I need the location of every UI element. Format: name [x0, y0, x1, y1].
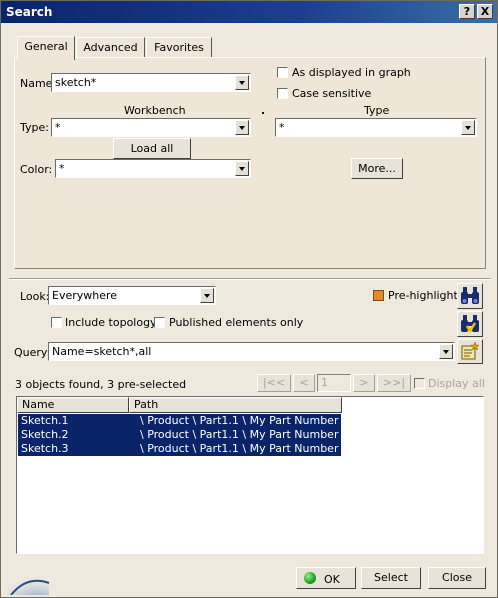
workbench-label: Workbench	[124, 104, 186, 117]
as-displayed-label: As displayed in graph	[292, 66, 411, 79]
as-displayed-checkbox[interactable]	[277, 67, 288, 78]
look-value: Everywhere	[52, 289, 118, 302]
app-logo-icon	[5, 575, 49, 595]
search-and-select-button[interactable]	[457, 311, 483, 337]
name-value: sketch*	[55, 76, 97, 89]
type-label: Type:	[20, 121, 49, 134]
tab-general[interactable]: General	[17, 36, 75, 60]
name-combo[interactable]: sketch*	[51, 73, 251, 92]
query-combo[interactable]: Name=sketch*,all	[48, 342, 455, 361]
table-row[interactable]: Sketch.1 \ Product \ Part1.1 \ My Part N…	[18, 414, 356, 428]
workbench-combo[interactable]: *	[51, 118, 251, 137]
display-all-checkbox[interactable]	[414, 378, 425, 389]
prehighlight-label: Pre-highlight	[388, 289, 458, 302]
prehighlight-checkbox[interactable]	[373, 290, 384, 301]
type-value: *	[279, 121, 285, 134]
chevron-down-icon[interactable]	[235, 75, 249, 90]
tab-advanced[interactable]: Advanced	[76, 37, 145, 58]
workbench-value: *	[55, 121, 61, 134]
color-value: *	[59, 162, 65, 175]
query-label: Query:	[14, 346, 51, 359]
row-path: \ Product \ Part1.1 \ My Part Number \..…	[140, 428, 357, 441]
binoculars-icon	[461, 287, 479, 304]
title-bar[interactable]: Search ? X	[1, 1, 497, 23]
next-page-button[interactable]: >	[353, 374, 375, 392]
table-row[interactable]: Sketch.2 \ Product \ Part1.1 \ My Part N…	[18, 428, 356, 442]
chevron-down-icon[interactable]	[461, 120, 475, 135]
row-path: \ Product \ Part1.1 \ My Part Number \..…	[140, 442, 357, 455]
binoculars-select-icon	[461, 315, 479, 334]
select-button[interactable]: Select	[361, 567, 421, 589]
chevron-down-icon[interactable]	[235, 120, 249, 135]
search-dialog: Search ? X General Advanced Favorites Na…	[0, 0, 498, 598]
chevron-down-icon[interactable]	[439, 344, 453, 359]
look-combo[interactable]: Everywhere	[48, 286, 216, 305]
published-only-checkbox[interactable]	[154, 317, 165, 328]
chevron-down-icon[interactable]	[200, 288, 214, 303]
divider	[9, 278, 491, 280]
favorite-note-icon	[461, 341, 480, 360]
include-topology-checkbox[interactable]	[51, 317, 62, 328]
load-all-types-button[interactable]: Load all types	[113, 138, 191, 174]
row-name: Sketch.2	[21, 428, 69, 441]
case-sensitive-checkbox[interactable]	[277, 88, 288, 99]
add-to-favorites-button[interactable]	[457, 339, 483, 364]
ok-button[interactable]: OK	[296, 567, 356, 589]
table-row[interactable]: Sketch.3 \ Product \ Part1.1 \ My Part N…	[18, 442, 356, 456]
color-combo[interactable]: *	[55, 159, 251, 178]
last-page-button[interactable]: >>|	[377, 374, 411, 392]
look-label: Look:	[20, 290, 50, 303]
window-title: Search	[6, 5, 53, 19]
row-name: Sketch.3	[21, 442, 69, 455]
row-path: \ Product \ Part1.1 \ My Part Number \..…	[140, 414, 357, 427]
results-list[interactable]: Name Path Sketch.1 \ Product \ Part1.1 \…	[16, 396, 484, 554]
type-combo[interactable]: *	[275, 118, 477, 137]
column-header-path[interactable]: Path	[129, 397, 342, 413]
help-button[interactable]: ?	[459, 4, 475, 19]
row-name: Sketch.1	[21, 414, 69, 427]
published-only-label: Published elements only	[169, 316, 304, 329]
search-button[interactable]	[457, 283, 483, 309]
page-number-field[interactable]: 1	[317, 374, 351, 392]
chevron-down-icon[interactable]	[235, 161, 249, 176]
more-button[interactable]: More...	[351, 158, 403, 179]
first-page-button[interactable]: |<<	[257, 374, 291, 392]
close-button[interactable]: Close	[428, 567, 486, 589]
case-sensitive-label: Case sensitive	[292, 87, 372, 100]
tab-favorites[interactable]: Favorites	[146, 37, 212, 58]
include-topology-label: Include topology	[65, 316, 157, 329]
query-value: Name=sketch*,all	[52, 345, 152, 358]
ok-status-icon	[304, 572, 316, 584]
display-all-label: Display all	[428, 377, 485, 390]
column-header-name[interactable]: Name	[17, 397, 129, 413]
prev-page-button[interactable]: <	[293, 374, 315, 392]
close-window-button[interactable]: X	[477, 4, 493, 19]
separator-dot: .	[261, 104, 266, 117]
type-header: Type	[364, 104, 390, 117]
results-status: 3 objects found, 3 pre-selected	[15, 378, 187, 391]
ok-label: OK	[324, 573, 340, 586]
color-label: Color:	[20, 163, 53, 176]
